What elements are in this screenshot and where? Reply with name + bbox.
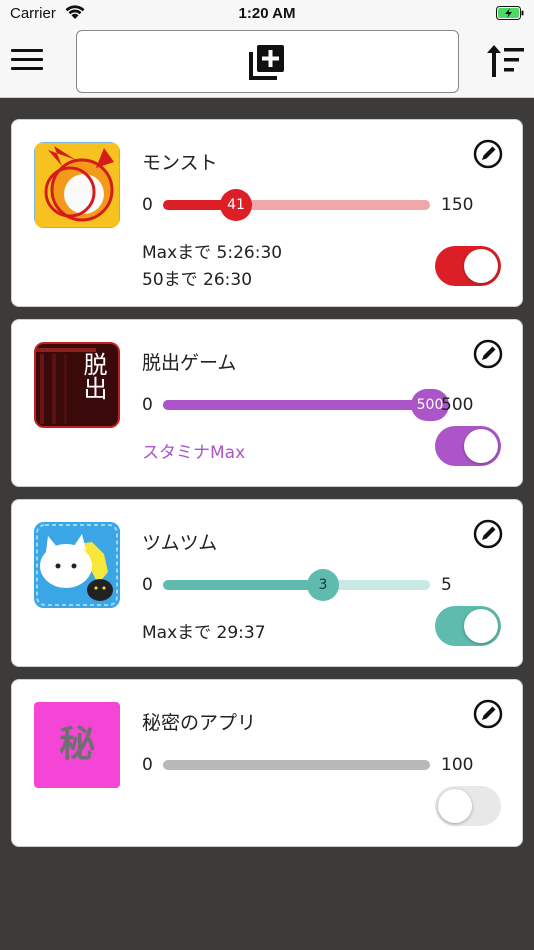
app-card-tsum-tsum[interactable]: ツムツム 0 3 5 Maxまで 29:37 xyxy=(11,499,523,667)
slider-max-label: 150 xyxy=(441,195,474,215)
stamina-slider-track[interactable] xyxy=(163,760,430,770)
stamina-slider-fill xyxy=(163,400,430,410)
escape-game-icon: 脱出 xyxy=(34,342,120,428)
slider-min-label: 0 xyxy=(142,395,153,415)
edit-button[interactable] xyxy=(472,518,504,550)
sort-button[interactable] xyxy=(484,42,526,80)
tsum-tsum-icon xyxy=(34,522,120,608)
app-name: ツムツム xyxy=(142,532,218,554)
slider-min-label: 0 xyxy=(142,755,153,775)
time-to-max-label: Maxまで 29:37 xyxy=(142,623,266,643)
escape-icon-text: 脱出 xyxy=(79,352,107,400)
stamina-max-label: スタミナMax xyxy=(142,443,246,463)
app-name: 脱出ゲーム xyxy=(142,352,237,374)
stamina-slider-thumb[interactable]: 41 xyxy=(220,189,252,221)
top-bar: Carrier 1:20 AM xyxy=(0,0,534,98)
edit-icon xyxy=(473,339,503,369)
add-app-button[interactable] xyxy=(76,30,459,93)
monster-strike-icon xyxy=(34,142,120,228)
time-to-target-label: 50まで 26:30 xyxy=(142,270,253,290)
status-bar: Carrier 1:20 AM xyxy=(0,0,534,28)
app-card-escape-game[interactable]: 脱出 脱出ゲーム 0 500 500 スタミナMax xyxy=(11,319,523,487)
add-to-library-icon xyxy=(249,45,284,80)
status-time: 1:20 AM xyxy=(238,5,296,22)
toggle-knob xyxy=(464,429,498,463)
edit-icon xyxy=(473,519,503,549)
stamina-slider-track[interactable] xyxy=(163,580,430,590)
menu-button[interactable] xyxy=(8,42,48,78)
notification-toggle[interactable] xyxy=(435,786,501,826)
toggle-knob xyxy=(464,249,498,283)
slider-min-label: 0 xyxy=(142,195,153,215)
stamina-slider-thumb[interactable]: 3 xyxy=(307,569,339,601)
time-to-max-label: Maxまで 5:26:30 xyxy=(142,243,283,263)
app-card-monst[interactable]: モンスト 0 41 150 Maxまで 5:26:30 50まで 26:30 xyxy=(11,119,523,307)
toggle-knob xyxy=(464,609,498,643)
slider-max-label: 500 xyxy=(441,395,474,415)
edit-icon xyxy=(473,699,503,729)
stamina-slider-track[interactable] xyxy=(163,200,430,210)
slider-min-label: 0 xyxy=(142,575,153,595)
edit-button[interactable] xyxy=(472,338,504,370)
battery-charging-icon xyxy=(496,6,524,20)
app-name: モンスト xyxy=(142,152,218,174)
notification-toggle[interactable] xyxy=(435,246,501,286)
toggle-knob xyxy=(438,789,472,823)
edit-button[interactable] xyxy=(472,698,504,730)
notification-toggle[interactable] xyxy=(435,606,501,646)
app-name: 秘密のアプリ xyxy=(142,712,257,734)
stamina-slider-fill xyxy=(163,580,323,590)
secret-app-icon: 秘 xyxy=(34,702,120,788)
sort-icon xyxy=(487,45,524,77)
secret-icon-text: 秘 xyxy=(58,724,95,765)
slider-max-label: 100 xyxy=(441,755,474,775)
edit-icon xyxy=(473,139,503,169)
notification-toggle[interactable] xyxy=(435,426,501,466)
app-card-secret-app[interactable]: 秘 秘密のアプリ 0 100 xyxy=(11,679,523,847)
slider-max-label: 5 xyxy=(441,575,452,595)
edit-button[interactable] xyxy=(472,138,504,170)
stamina-slider-track[interactable] xyxy=(163,400,430,410)
